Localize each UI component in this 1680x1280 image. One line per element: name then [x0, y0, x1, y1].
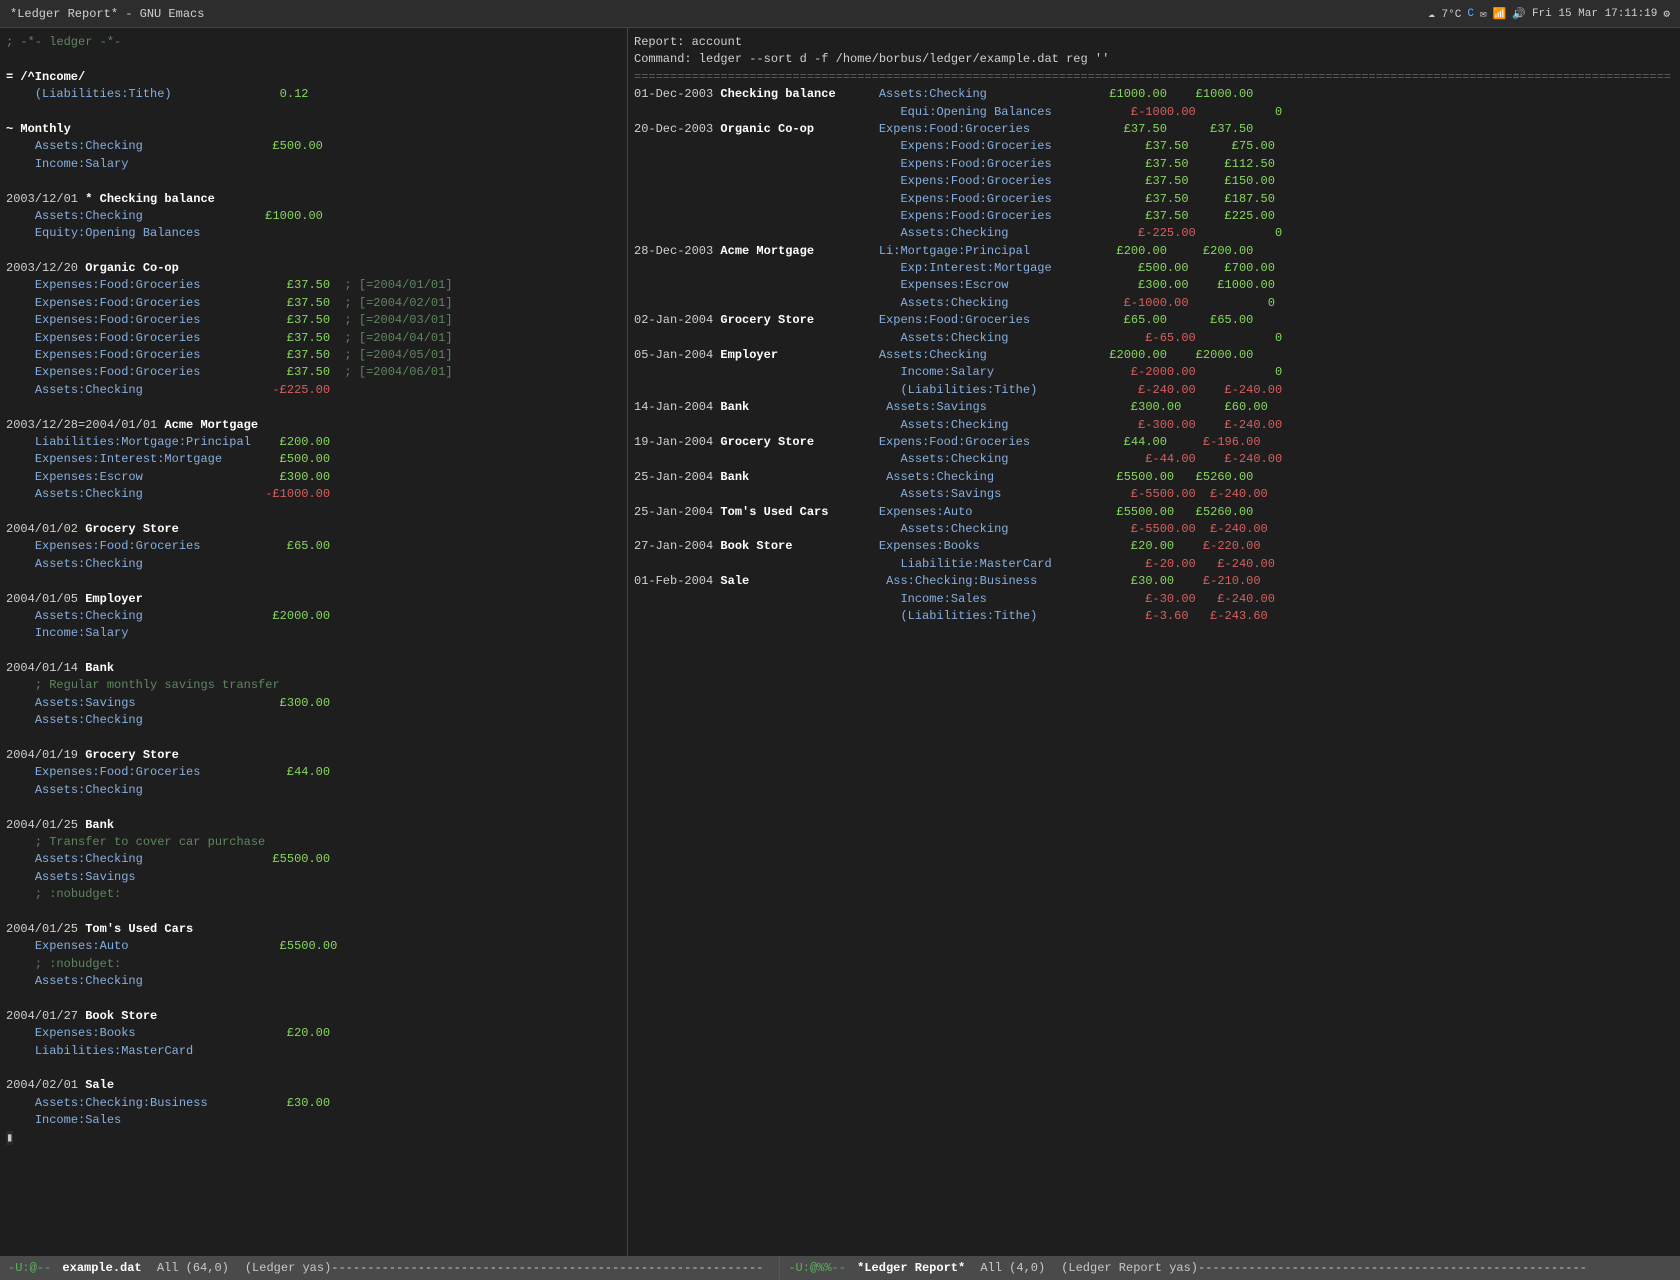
refresh-icon: C: [1467, 8, 1474, 20]
title-bar-left: *Ledger Report* - GNU Emacs: [10, 7, 204, 21]
status-mode-right: -U:@%%--: [788, 1261, 846, 1275]
right-pane: Report: account Command: ledger --sort d…: [628, 28, 1680, 1256]
network-icon: 📶: [1493, 7, 1507, 21]
weather-icon: ☁ 7°C: [1428, 7, 1461, 21]
status-info-left: All (64,0): [157, 1261, 229, 1275]
app-title: *Ledger Report* - GNU Emacs: [10, 7, 204, 21]
status-filename-left: example.dat: [55, 1261, 149, 1275]
status-bar-left: -U:@-- example.dat All (64,0) (Ledger ya…: [0, 1256, 780, 1280]
mail-icon: ✉: [1480, 7, 1487, 21]
main-container: ; -*- ledger -*- = /^Income/ (Liabilitie…: [0, 28, 1680, 1256]
sys-icons: ☁ 7°C C ✉ 📶 🔊 Fri 15 Mar 17:11:19 ⚙: [1428, 7, 1670, 21]
volume-icon: 🔊: [1512, 7, 1526, 21]
left-pane: ; -*- ledger -*- = /^Income/ (Liabilitie…: [0, 28, 628, 1256]
clock: Fri 15 Mar 17:11:19: [1532, 8, 1657, 20]
title-bar: *Ledger Report* - GNU Emacs ☁ 7°C C ✉ 📶 …: [0, 0, 1680, 28]
status-bar: -U:@-- example.dat All (64,0) (Ledger ya…: [0, 1256, 1680, 1280]
status-filename-right: *Ledger Report*: [850, 1261, 972, 1275]
status-mode-left: -U:@--: [8, 1261, 51, 1275]
status-bar-right: -U:@%%-- *Ledger Report* All (4,0) (Ledg…: [780, 1256, 1680, 1280]
settings-icon: ⚙: [1663, 7, 1670, 21]
status-mode-name-right: (Ledger Report yas)---------------------…: [1061, 1261, 1587, 1275]
left-pane-content: ; -*- ledger -*- = /^Income/ (Liabilitie…: [0, 32, 627, 1149]
status-info-right: All (4,0): [980, 1261, 1045, 1275]
status-mode-name-left: (Ledger yas)----------------------------…: [245, 1261, 763, 1275]
right-pane-content: Report: account Command: ledger --sort d…: [628, 32, 1680, 627]
